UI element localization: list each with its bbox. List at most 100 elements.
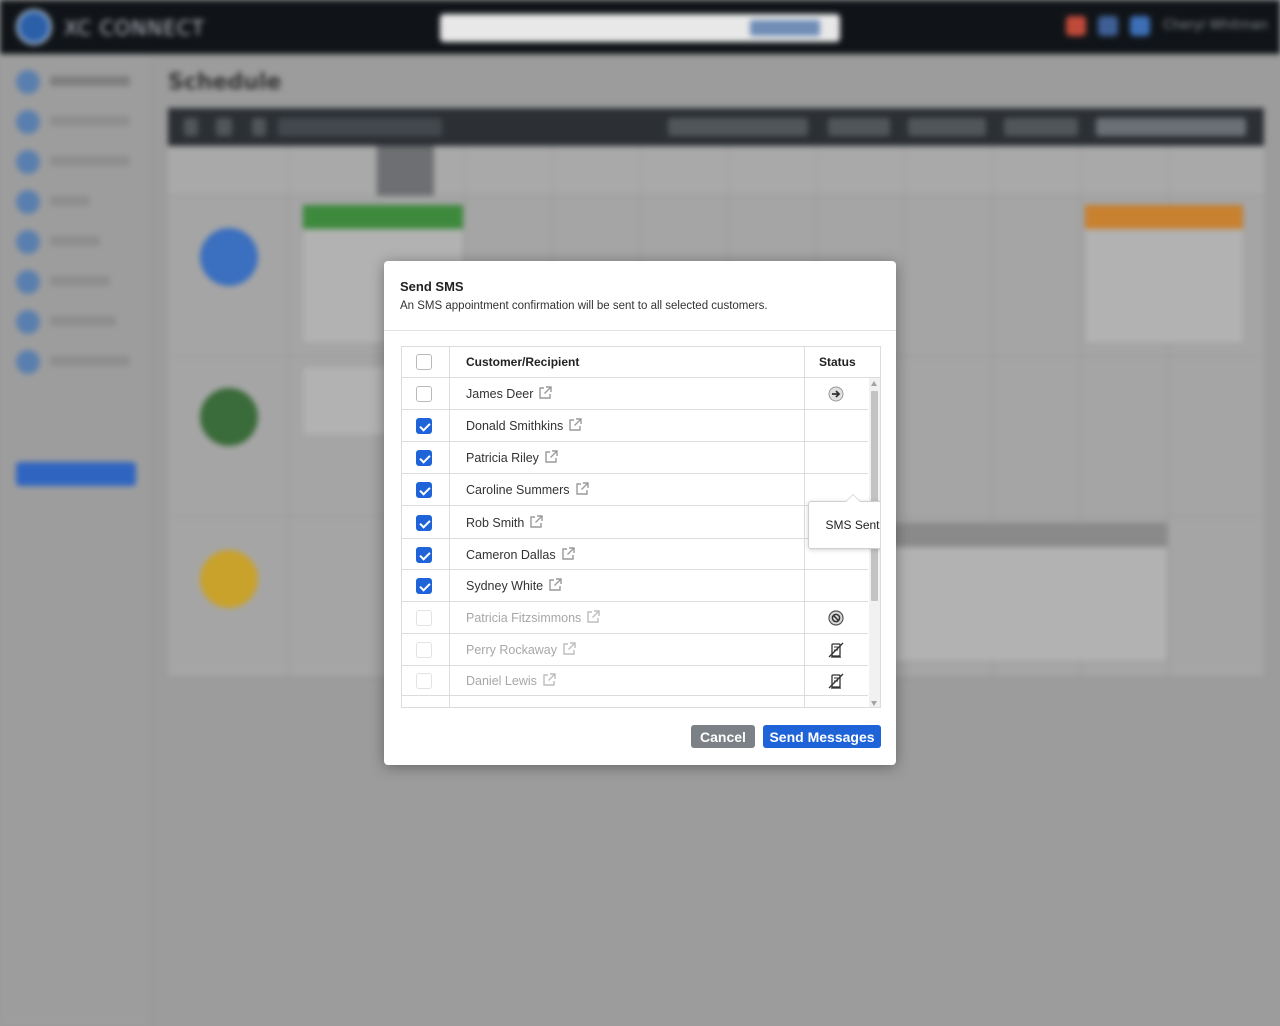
external-link-icon[interactable] xyxy=(568,418,582,435)
dialog-subtitle: An SMS appointment confirmation will be … xyxy=(400,300,768,312)
column-header-recipient: Customer/Recipient xyxy=(466,355,580,369)
external-link-icon[interactable] xyxy=(562,642,576,659)
app-logo xyxy=(16,9,52,45)
blocked-icon[interactable] xyxy=(828,610,844,626)
external-link-icon[interactable] xyxy=(561,547,575,564)
sidebar-icon xyxy=(16,270,40,294)
sidebar xyxy=(0,54,152,1026)
grid-time-header xyxy=(168,146,1264,196)
row-checkbox[interactable] xyxy=(416,515,432,531)
recipient-name: Perry Rockaway xyxy=(466,642,576,659)
cancel-button[interactable]: Cancel xyxy=(691,725,755,748)
external-link-icon[interactable] xyxy=(548,578,562,595)
send-messages-button[interactable]: Send Messages xyxy=(763,725,881,748)
table-row[interactable]: Daniel Lewis xyxy=(402,666,868,696)
external-link-icon[interactable] xyxy=(538,386,553,403)
row-checkbox[interactable] xyxy=(416,547,432,563)
recipient-name: Patricia Fitzsimmons xyxy=(466,610,600,627)
sidebar-item[interactable] xyxy=(16,350,136,374)
table-row[interactable]: Sydney White xyxy=(402,570,868,602)
table-row[interactable]: Caroline Summers xyxy=(402,474,868,506)
sidebar-item[interactable] xyxy=(16,310,136,334)
table-row[interactable]: Patricia Fitzsimmons xyxy=(402,602,868,634)
recipient-name-text: Donald Smithkins xyxy=(466,418,564,433)
sidebar-item[interactable] xyxy=(16,70,136,94)
sidebar-item[interactable] xyxy=(16,110,136,134)
recipient-name: Donald Smithkins xyxy=(466,418,582,435)
dialog-header: Send SMS An SMS appointment confirmation… xyxy=(384,261,896,331)
arrow-right-icon[interactable] xyxy=(828,386,844,402)
recipient-name: Cameron Dallas xyxy=(466,547,575,564)
row-checkbox xyxy=(416,673,432,689)
table-row[interactable]: Patricia Riley xyxy=(402,442,868,474)
external-link-icon[interactable] xyxy=(529,515,544,532)
row-checkbox xyxy=(416,610,432,626)
top-navbar: XC CONNECT Cheryl Whitman xyxy=(0,0,1280,54)
select-all-checkbox[interactable] xyxy=(416,354,432,370)
row-checkbox[interactable] xyxy=(416,450,432,466)
row-checkbox[interactable] xyxy=(416,578,432,594)
search-scope-tag[interactable] xyxy=(750,20,820,36)
recipient-name: Caroline Summers xyxy=(466,482,589,499)
help-icon[interactable] xyxy=(1098,16,1118,36)
recipient-name-text: Rob Smith xyxy=(466,515,525,530)
row-checkbox[interactable] xyxy=(416,482,432,498)
table-row[interactable]: Donald Smithkins xyxy=(402,410,868,442)
sidebar-item[interactable] xyxy=(16,190,136,214)
user-name[interactable]: Cheryl Whitman xyxy=(1163,18,1268,33)
messages-icon[interactable] xyxy=(1130,16,1150,36)
sidebar-action-button[interactable] xyxy=(16,462,136,486)
recipient-name-text: Perry Rockaway xyxy=(466,642,557,657)
table-row[interactable]: James Deer xyxy=(402,378,868,410)
dialog-title: Send SMS xyxy=(400,279,464,294)
table-row[interactable]: Perry Rockaway xyxy=(402,634,868,666)
scroll-thumb[interactable] xyxy=(871,391,878,601)
sidebar-icon xyxy=(16,230,40,254)
sidebar-item[interactable] xyxy=(16,230,136,254)
row-checkbox[interactable] xyxy=(416,418,432,434)
row-checkbox[interactable] xyxy=(416,386,432,402)
scroll-down-arrow[interactable] xyxy=(871,701,877,706)
sidebar-item[interactable] xyxy=(16,150,136,174)
appointment-card[interactable] xyxy=(1084,204,1244,344)
notification-icon[interactable] xyxy=(1066,16,1086,36)
sidebar-icon xyxy=(16,150,40,174)
send-sms-dialog: Send SMS An SMS appointment confirmation… xyxy=(384,261,896,765)
recipient-name-text: Sydney White xyxy=(466,578,544,593)
sidebar-icon xyxy=(16,70,40,94)
external-link-icon[interactable] xyxy=(575,482,589,499)
sidebar-icon xyxy=(16,310,40,334)
sidebar-item[interactable] xyxy=(16,270,136,294)
sidebar-icon xyxy=(16,350,40,374)
table-row[interactable]: Cameron Dallas xyxy=(402,539,868,570)
schedule-toolbar xyxy=(168,108,1264,146)
recipient-name-text: Cameron Dallas xyxy=(466,547,556,562)
external-link-icon[interactable] xyxy=(542,673,556,690)
status-tooltip: SMS Sent xyxy=(808,494,880,549)
avatar xyxy=(200,388,258,446)
page-title: Schedule xyxy=(168,70,282,95)
sidebar-icon xyxy=(16,190,40,214)
recipients-table: Customer/Recipient Status James Deer Dona… xyxy=(401,346,881,708)
recipient-name-text: Patricia Riley xyxy=(466,450,539,465)
external-link-icon[interactable] xyxy=(586,610,600,627)
global-search-input[interactable] xyxy=(440,14,840,42)
no-mobile-icon[interactable] xyxy=(828,673,844,689)
app-brand: XC CONNECT xyxy=(64,16,206,40)
recipient-name-text: Patricia Fitzsimmons xyxy=(466,610,582,625)
recipient-name: James Deer xyxy=(466,386,553,403)
avatar xyxy=(200,228,258,286)
column-header-status: Status xyxy=(819,355,856,369)
sidebar-icon xyxy=(16,110,40,134)
scroll-up-arrow[interactable] xyxy=(871,381,877,386)
recipient-name: Daniel Lewis xyxy=(466,673,556,690)
recipient-name-text: Caroline Summers xyxy=(466,482,570,497)
appointment-card[interactable] xyxy=(868,522,1168,662)
external-link-icon[interactable] xyxy=(544,450,558,467)
row-checkbox xyxy=(416,642,432,658)
recipient-name: Sydney White xyxy=(466,578,562,595)
no-mobile-icon[interactable] xyxy=(828,642,844,658)
table-row[interactable]: Rob Smith xyxy=(402,506,868,539)
avatar xyxy=(200,550,258,608)
recipient-name: Rob Smith xyxy=(466,515,544,532)
